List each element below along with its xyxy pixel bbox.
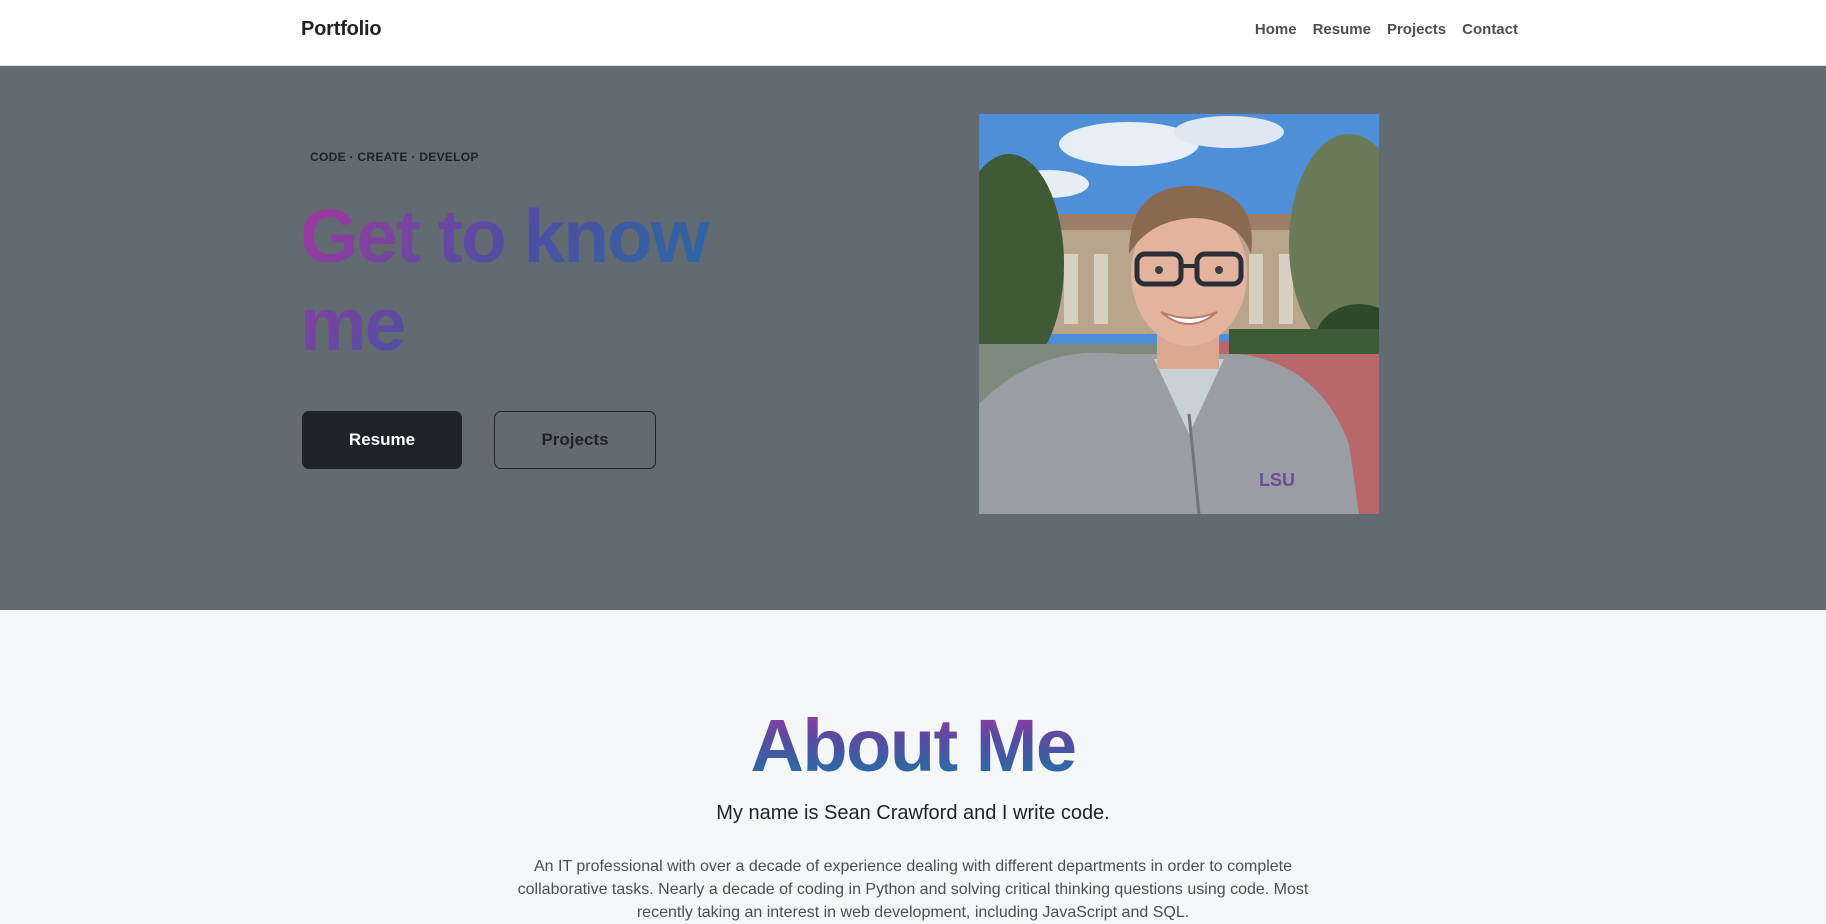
hero-title: Get to know me	[300, 192, 730, 368]
projects-button[interactable]: Projects	[494, 411, 656, 469]
about-title: About Me	[0, 706, 1826, 786]
nav-links: Home Resume Projects Contact	[1255, 21, 1518, 38]
top-navbar: Portfolio Home Resume Projects Contact	[0, 0, 1826, 66]
svg-text:LSU: LSU	[1259, 470, 1295, 490]
hero-tagline: CODE · CREATE · DEVELOP	[310, 150, 479, 164]
about-body: An IT professional with over a decade of…	[517, 858, 1309, 921]
profile-photo-illustration: LSU	[979, 114, 1379, 514]
about-subtitle: My name is Sean Crawford and I write cod…	[716, 802, 1110, 824]
hero-section: CODE · CREATE · DEVELOP Get to know me R…	[0, 66, 1826, 610]
about-section: About Me My name is Sean Crawford and I …	[0, 610, 1826, 921]
about-title-text: About Me	[750, 704, 1077, 787]
nav-resume-link[interactable]: Resume	[1313, 21, 1371, 38]
nav-home-link[interactable]: Home	[1255, 21, 1297, 38]
nav-contact-link[interactable]: Contact	[1462, 21, 1518, 38]
brand-logo[interactable]: Portfolio	[301, 18, 382, 41]
nav-projects-link[interactable]: Projects	[1387, 21, 1446, 38]
resume-button[interactable]: Resume	[302, 411, 462, 469]
profile-photo: LSU	[979, 114, 1379, 514]
